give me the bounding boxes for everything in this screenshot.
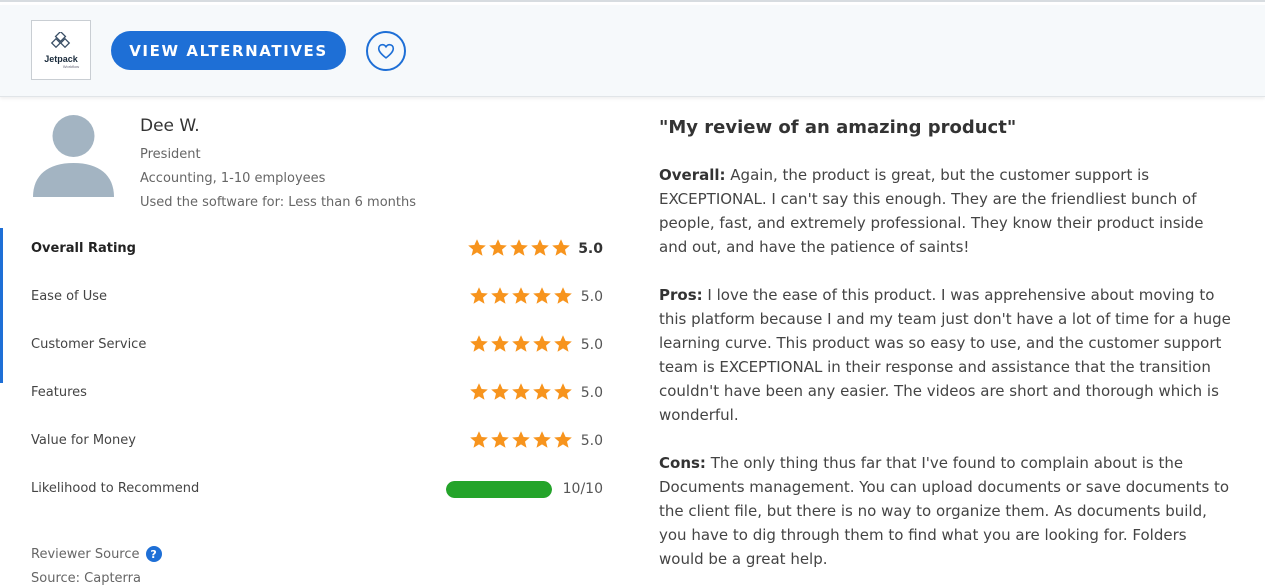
review-title: "My review of an amazing product" [659,117,1017,138]
rating-stars [469,382,573,406]
rating-row: Features 5.0 [31,382,603,406]
reviewer-usage: Used the software for: Less than 6 month… [140,195,416,210]
pros-label: Pros: [659,286,703,304]
star-icon [470,335,488,352]
star-icon [531,239,549,256]
star-icon [491,431,509,448]
rating-row: Overall Rating 5.0 [31,238,603,262]
logo-text: Jetpack [44,53,78,64]
avatar-icon [33,115,114,197]
jetpack-logo-icon [50,31,71,48]
rating-value: 5.0 [580,337,603,353]
rating-row: Ease of Use 5.0 [31,286,603,310]
rating-value: 5.0 [578,241,603,257]
help-icon[interactable]: ? [145,546,162,562]
overall-label: Overall: [659,166,726,184]
active-section-indicator [0,228,3,383]
reviewer-name: Dee W. [140,116,200,136]
heart-icon [377,43,395,59]
view-alternatives-button[interactable]: VIEW ALTERNATIVES [111,31,346,70]
reviewer-panel: Dee W. President Accounting, 1-10 employ… [0,97,640,586]
star-icon [470,383,488,400]
star-icon [470,431,488,448]
star-icon [512,287,530,304]
rating-stars [469,286,573,310]
recommend-progress-fill [446,481,552,498]
reviewer-source: Reviewer Source ? [31,546,162,562]
star-icon [552,239,570,256]
rating-stars [469,430,573,454]
overall-text: Again, the product is great, but the cus… [659,166,1204,256]
rating-label: Value for Money [31,433,136,448]
rating-row: Value for Money 5.0 [31,430,603,454]
rating-value: 5.0 [580,289,603,305]
star-icon [491,335,509,352]
star-icon [554,383,572,400]
star-icon [491,287,509,304]
rating-label: Customer Service [31,337,147,352]
recommend-label: Likelihood to Recommend [31,481,200,496]
star-icon [512,383,530,400]
review-overall: Overall: Again, the product is great, bu… [659,163,1234,259]
star-icon [491,383,509,400]
rating-row: Customer Service 5.0 [31,334,603,358]
star-icon [470,287,488,304]
star-icon [533,287,551,304]
star-icon [512,335,530,352]
rating-value: 5.0 [580,433,603,449]
star-icon [554,431,572,448]
star-icon [468,239,486,256]
star-icon [533,383,551,400]
review-pros: Pros: I love the ease of this product. I… [659,283,1234,427]
rating-stars [469,334,573,358]
review-cons: Cons: The only thing thus far that I've … [659,451,1234,571]
reviewer-source-label: Reviewer Source [31,546,140,562]
star-icon [554,287,572,304]
rating-stars [467,238,571,262]
recommend-row: Likelihood to Recommend 10/10 [31,478,603,502]
recommend-value: 10/10 [562,481,603,497]
star-icon [554,335,572,352]
pros-text: I love the ease of this product. I was a… [659,286,1231,424]
review-content: "My review of an amazing product" Overal… [659,97,1239,579]
reviewer-industry: Accounting, 1-10 employees [140,171,326,186]
star-icon [533,431,551,448]
logo-subtext: Workflow [62,63,80,69]
favorite-button[interactable] [366,31,406,71]
product-logo[interactable]: Jetpack Workflow [31,20,91,80]
cons-label: Cons: [659,454,706,472]
cons-text: The only thing thus far that I've found … [659,454,1230,568]
star-icon [533,335,551,352]
rating-label: Overall Rating [31,241,136,256]
product-header: Jetpack Workflow VIEW ALTERNATIVES [0,5,1265,97]
reviewer-title: President [140,147,201,162]
star-icon [510,239,528,256]
star-icon [512,431,530,448]
rating-label: Features [31,385,87,400]
rating-value: 5.0 [580,385,603,401]
recommend-progress-bar [446,481,552,498]
rating-label: Ease of Use [31,289,108,304]
star-icon [489,239,507,256]
